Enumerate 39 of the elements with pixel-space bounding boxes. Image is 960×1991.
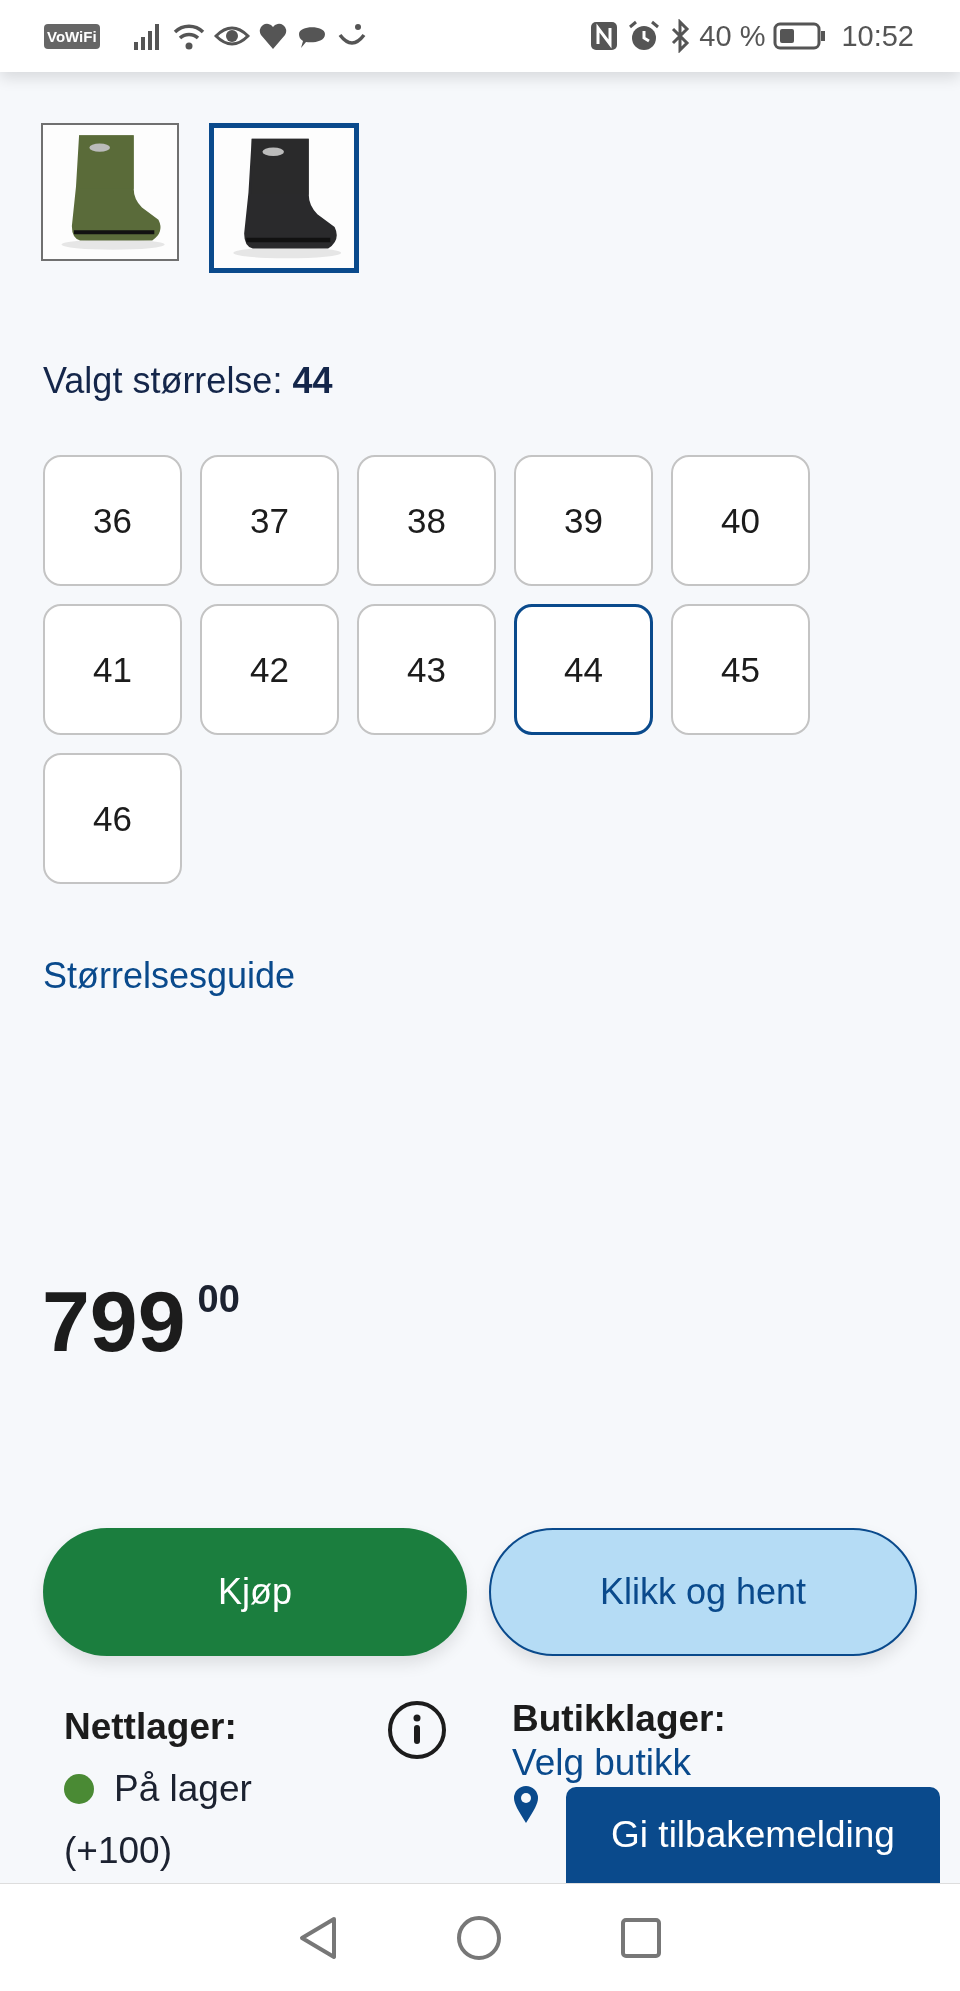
recents-button[interactable] <box>620 1916 662 1959</box>
battery-icon <box>773 21 828 51</box>
clock-time: 10:52 <box>841 19 914 53</box>
size-option[interactable]: 40 <box>671 455 810 586</box>
square-icon <box>620 1916 662 1959</box>
size-option[interactable]: 37 <box>200 455 339 586</box>
battery-percent: 40 % <box>699 19 766 53</box>
online-stock-heading: Nettlager: <box>64 1705 238 1749</box>
alarm-icon <box>627 19 662 53</box>
size-option[interactable]: 36 <box>43 455 182 586</box>
home-button[interactable] <box>456 1914 502 1961</box>
size-option[interactable]: 38 <box>357 455 496 586</box>
home-icon <box>456 1914 502 1961</box>
stock-count: (+100) <box>64 1829 173 1873</box>
size-guide-link[interactable]: Størrelsesguide <box>43 954 296 998</box>
size-option[interactable]: 42 <box>200 604 339 735</box>
bluetooth-icon <box>669 19 692 53</box>
back-icon <box>298 1914 338 1961</box>
size-option[interactable]: 43 <box>357 604 496 735</box>
info-icon <box>387 1700 447 1760</box>
location-pin-icon <box>512 1784 540 1824</box>
stock-status: På lager <box>114 1767 252 1811</box>
size-option[interactable]: 44 <box>514 604 653 735</box>
nfc-icon <box>589 20 620 52</box>
feedback-button[interactable]: Gi tilbakemelding <box>566 1787 940 1883</box>
click-and-collect-button[interactable]: Klikk og hent <box>489 1528 917 1656</box>
heart-icon <box>257 21 288 51</box>
choose-store-link[interactable]: Velg butikk <box>512 1742 726 1784</box>
buy-button[interactable]: Kjøp <box>43 1528 467 1656</box>
size-option[interactable]: 46 <box>43 753 182 884</box>
selected-size-text: Valgt størrelse: 44 <box>43 359 333 403</box>
price: 799 <box>42 1272 186 1371</box>
size-option[interactable]: 39 <box>514 455 653 586</box>
back-button[interactable] <box>298 1914 338 1961</box>
store-stock-heading: Butikklager: <box>512 1697 726 1741</box>
price-cents: 00 <box>197 1279 240 1319</box>
vowifi-badge: VoWiFi <box>44 23 100 49</box>
size-option[interactable]: 45 <box>671 604 810 735</box>
size-option[interactable]: 41 <box>43 604 182 735</box>
